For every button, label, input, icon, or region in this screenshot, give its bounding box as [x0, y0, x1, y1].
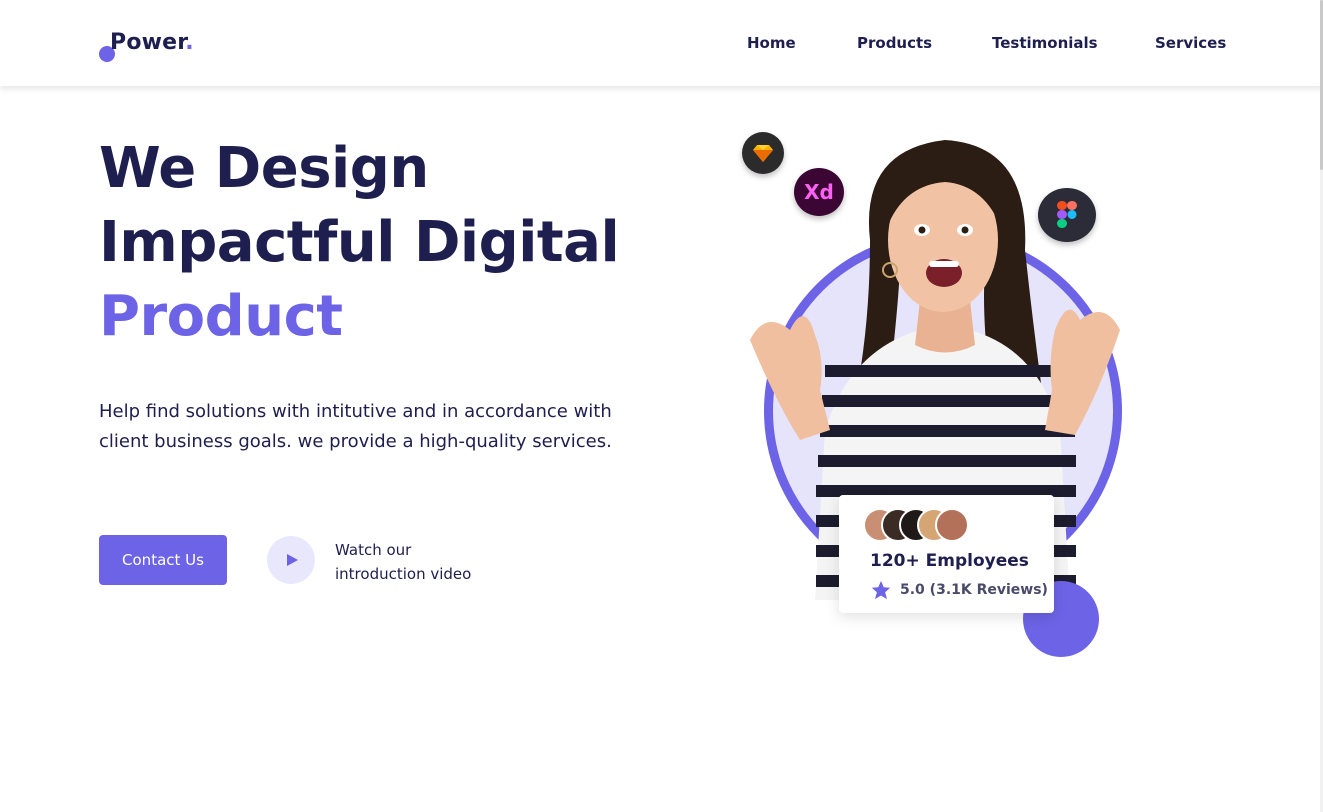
top-navbar: Power. Home Products Testimonials Servic… [0, 0, 1323, 86]
play-icon [287, 554, 298, 566]
nav-services[interactable]: Services [1155, 34, 1226, 52]
hero-illustration: Xd 120+ Employees 5.0 (3.1K Reviews) [720, 110, 1150, 680]
nav-testimonials[interactable]: Testimonials [992, 34, 1098, 52]
headline-line-2: Impactful Digital [99, 210, 620, 275]
employees-count: 120+ Employees [870, 551, 1029, 571]
nav-products[interactable]: Products [857, 34, 932, 52]
nav-home[interactable]: Home [747, 34, 796, 52]
hero-description: Help find solutions with intitutive and … [99, 401, 612, 452]
video-caption[interactable]: Watch our introduction video [335, 538, 471, 586]
rating-row: 5.0 (3.1K Reviews) [870, 579, 1048, 601]
avatar [935, 508, 969, 542]
headline-line-3: Product [99, 284, 343, 349]
brand-name: Power. [110, 30, 194, 55]
hero-headline: We Design Impactful Digital Product [99, 132, 620, 354]
brand-logo[interactable]: Power. [99, 30, 199, 64]
video-caption-line-1: Watch our [335, 541, 412, 559]
figma-icon [1038, 188, 1096, 242]
xd-icon: Xd [794, 168, 844, 216]
sketch-icon [742, 132, 784, 174]
video-caption-line-2: introduction video [335, 565, 472, 583]
contact-us-button[interactable]: Contact Us [99, 535, 227, 585]
play-video-button[interactable] [267, 536, 315, 584]
rating-text: 5.0 (3.1K Reviews) [900, 582, 1048, 598]
employees-card: 120+ Employees 5.0 (3.1K Reviews) [839, 495, 1054, 613]
star-icon [871, 580, 891, 600]
headline-line-1: We Design [99, 136, 429, 201]
